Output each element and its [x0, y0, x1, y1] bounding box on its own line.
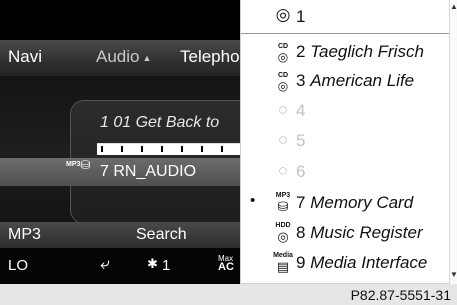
hdd-icon: HDD ◎ — [275, 222, 291, 244]
cd-icon: CD ◎ — [277, 72, 289, 93]
media-icon: Media ▤ — [273, 252, 293, 274]
empty-slot-icon: ○ — [277, 130, 289, 149]
current-source-bar[interactable]: MP3⛁ 7 RN_AUDIO — [0, 158, 240, 186]
fan-icon: ✱ — [147, 256, 158, 271]
progress-tick — [141, 146, 143, 152]
progress-tick — [101, 146, 103, 152]
status-strip — [0, 0, 240, 40]
air-distribution-icon[interactable]: ⤶ — [100, 254, 110, 274]
left-temperature[interactable]: LO — [8, 257, 28, 274]
list-item-source-7[interactable]: • MP3 ⛁ 7 Memory Card — [241, 189, 449, 218]
nav-tab-audio[interactable]: Audio ▲ — [96, 47, 151, 67]
fan-level[interactable]: 1 — [162, 257, 170, 274]
mp3-card-icon: MP3⛁ — [66, 158, 91, 172]
cd-icon: CD ◎ — [277, 43, 289, 64]
nav-tab-telephone[interactable]: Telephone — [180, 47, 240, 67]
list-item-source-1[interactable]: ◎ 1 — [241, 0, 449, 34]
softkey-bar: MP3 Search — [0, 222, 240, 248]
source-selection-list: ◎ 1 CD ◎ 2 Taeglich Frisch CD ◎ 3 American… — [240, 0, 457, 284]
list-item-source-8[interactable]: HDD ◎ 8 Music Register — [241, 219, 449, 248]
empty-slot-icon: ○ — [277, 161, 289, 180]
list-scrollbar[interactable]: ▲ ▼ — [449, 0, 457, 284]
empty-slot-icon: ○ — [277, 100, 289, 119]
figure-reference: P82.87-5551-31 — [350, 287, 451, 303]
nav-tab-navi[interactable]: Navi — [8, 47, 42, 67]
list-item-source-4: ○ 4 — [241, 97, 449, 126]
figure-footer: P82.87-5551-31 — [0, 284, 457, 305]
progress-tick — [121, 146, 123, 152]
current-source-label: 7 RN_AUDIO — [100, 163, 197, 180]
dropdown-caret-icon: ▲ — [142, 53, 152, 63]
main-function-bar: Navi Audio▲ Telephone — [0, 40, 240, 76]
list-item-source-5: ○ 5 — [241, 127, 449, 156]
progress-tick — [201, 146, 203, 152]
audio-screen: Navi Audio▲ Telephone 1 01 Get Back to M… — [0, 0, 240, 284]
progress-tick — [161, 146, 163, 152]
now-playing-overlay: 1 01 Get Back to — [0, 76, 240, 222]
list-item-source-3[interactable]: CD ◎ 3 American Life — [241, 67, 449, 96]
list-item-source-9[interactable]: Media ▤ 9 Media Interface — [241, 249, 449, 278]
radio-button-icon: ◎ — [275, 5, 291, 24]
list-item-source-2[interactable]: CD ◎ 2 Taeglich Frisch — [241, 38, 449, 67]
current-selection-bullet-icon: • — [250, 192, 256, 209]
list-item-source-6: ○ 6 — [241, 158, 449, 187]
progress-tick — [181, 146, 183, 152]
softkey-mp3[interactable]: MP3 — [8, 226, 41, 244]
scroll-up-icon[interactable]: ▲ — [450, 2, 457, 12]
climate-bar: LO ⤶ ✱ 1 Max AC — [0, 248, 240, 284]
progress-tick — [221, 146, 223, 152]
progress-ticks — [97, 146, 240, 154]
scroll-down-icon[interactable]: ▼ — [450, 270, 457, 280]
max-ac-label[interactable]: Max AC — [218, 254, 234, 273]
softkey-search[interactable]: Search — [136, 226, 187, 244]
mp3-card-icon: MP3⛁ — [275, 192, 291, 214]
track-title: 1 01 Get Back to — [100, 114, 220, 131]
